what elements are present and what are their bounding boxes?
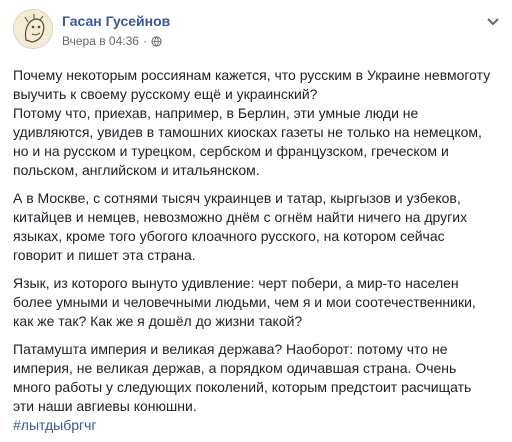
meta-separator: · (142, 34, 147, 48)
paragraph-2: А в Москве, с сотнями тысяч украинцев и … (13, 190, 468, 263)
paragraph-1: Почему некоторым россиянам кажется, что … (13, 67, 491, 178)
post-meta: Вчера в 04:36 · (62, 34, 162, 49)
globe-icon[interactable] (151, 36, 162, 47)
avatar[interactable] (13, 9, 53, 49)
cartoon-avatar-icon (14, 10, 52, 48)
facebook-post: Гасан Гусейнов Вчера в 04:36 · Почему не… (0, 0, 512, 442)
chevron-down-icon[interactable] (486, 14, 500, 26)
timestamp[interactable]: Вчера в 04:36 (62, 34, 139, 49)
author-name[interactable]: Гасан Гусейнов (62, 12, 170, 30)
hashtag-link[interactable]: #лытдыбргчг (13, 417, 97, 433)
paragraph-4: Патамушта империя и великая держава? Нао… (13, 341, 472, 433)
paragraph-3: Язык, из которого вынуто удивление: черт… (13, 275, 476, 329)
post-text: Почему некоторым россиянам кажется, что … (13, 66, 503, 435)
